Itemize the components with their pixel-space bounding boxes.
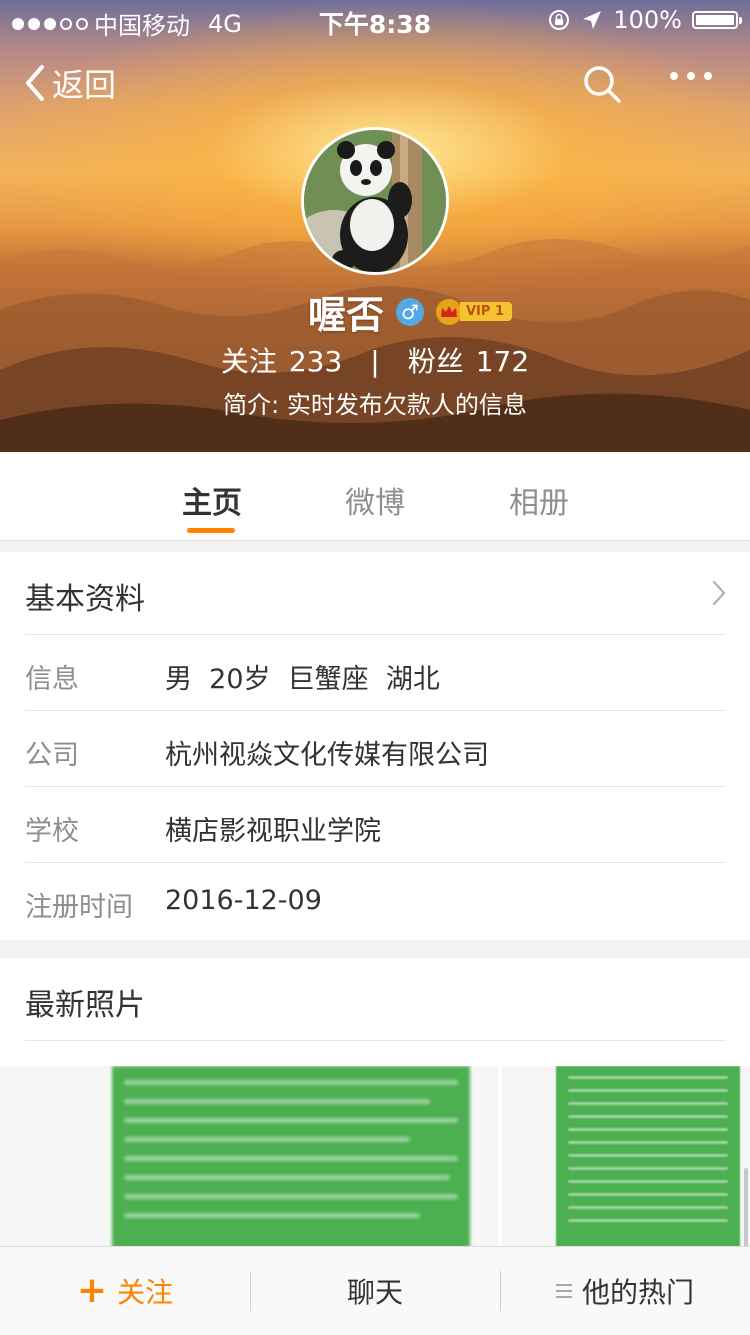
vip-badge[interactable]: VIP 1 xyxy=(436,298,512,325)
profile-bio: 简介: 实时发布欠款人的信息 xyxy=(223,391,527,419)
active-tab-indicator xyxy=(187,528,235,533)
latest-photos-card: 最新照片 xyxy=(0,958,750,1248)
chat-button[interactable]: 聊天 xyxy=(250,1247,500,1335)
follow-label: 关注 xyxy=(117,1276,174,1309)
school-label: 学校 xyxy=(25,816,79,847)
back-button[interactable]: 返回 xyxy=(22,60,116,106)
back-label: 返回 xyxy=(52,66,117,104)
chat-label: 聊天 xyxy=(346,1276,403,1309)
crown-icon xyxy=(436,298,462,325)
battery-percent: 100% xyxy=(613,6,682,34)
info-value: 男 20岁 巨蟹座 湖北 xyxy=(165,664,440,695)
nav-bar: 返回 xyxy=(0,52,750,116)
company-value: 杭州视焱文化传媒有限公司 xyxy=(165,740,489,771)
hot-posts-button[interactable]: 他的热门 xyxy=(500,1247,750,1335)
male-gender-icon: ♂ xyxy=(396,297,424,326)
school-value: 横店影视职业学院 xyxy=(165,816,381,847)
plus-icon: + xyxy=(76,1270,108,1311)
info-label: 信息 xyxy=(25,664,79,695)
photo-thumbnail[interactable] xyxy=(0,1066,498,1248)
basic-info-card[interactable]: 基本资料 信息 男 20岁 巨蟹座 湖北 公司 杭州视焱文化传媒有限公司 学校 … xyxy=(0,552,750,940)
profile-tabs: 主页 微博 相册 xyxy=(0,452,750,541)
divider xyxy=(25,1040,726,1041)
followers-count[interactable]: 172 xyxy=(476,345,529,378)
hot-posts-label: 他的热门 xyxy=(581,1276,694,1309)
followers-label[interactable]: 粉丝 xyxy=(408,345,464,378)
search-icon xyxy=(584,66,621,103)
tab-weibo[interactable]: 微博 xyxy=(345,478,405,522)
tab-album[interactable]: 相册 xyxy=(509,478,569,522)
photo-thumbnail[interactable] xyxy=(502,1066,750,1248)
profile-header: 中国移动 4G 下午8:38 100% 返回 喔否 ♂ VIP 1 关注 233… xyxy=(0,0,750,452)
info-row: 信息 男 20岁 巨蟹座 湖北 xyxy=(25,634,726,711)
location-arrow-icon xyxy=(583,11,602,29)
rotation-lock-icon xyxy=(549,10,570,30)
avatar[interactable] xyxy=(301,127,449,275)
more-dot xyxy=(670,72,678,80)
latest-photos-title: 最新照片 xyxy=(25,988,145,1023)
register-date-value: 2016-12-09 xyxy=(165,885,322,916)
bottom-action-bar: + 关注 聊天 他的热门 xyxy=(0,1246,750,1335)
chevron-right-icon xyxy=(712,580,726,606)
register-date-row: 注册时间 2016-12-09 xyxy=(25,862,726,939)
following-count[interactable]: 233 xyxy=(289,345,342,378)
username-row: 喔否 ♂ VIP 1 xyxy=(0,284,750,339)
follow-stats: 关注 233 | 粉丝 172 xyxy=(0,340,750,380)
following-label[interactable]: 关注 xyxy=(221,345,277,378)
list-icon xyxy=(555,1284,572,1298)
register-date-label: 注册时间 xyxy=(25,892,133,923)
scrollbar[interactable] xyxy=(744,1168,748,1248)
status-bar: 中国移动 4G 下午8:38 100% xyxy=(0,0,750,40)
stats-separator: | xyxy=(370,345,380,378)
company-label: 公司 xyxy=(25,740,79,771)
battery-icon xyxy=(692,11,742,29)
panda-avatar-image xyxy=(304,130,446,272)
green-screenshot-image xyxy=(556,1066,740,1248)
company-row: 公司 杭州视焱文化传媒有限公司 xyxy=(25,710,726,787)
more-button[interactable] xyxy=(670,72,712,80)
vip-level-label: VIP 1 xyxy=(460,302,512,321)
search-button[interactable] xyxy=(582,64,622,108)
school-row: 学校 横店影视职业学院 xyxy=(25,786,726,863)
follow-button[interactable]: + 关注 xyxy=(0,1247,250,1335)
tab-home[interactable]: 主页 xyxy=(182,478,242,522)
more-dot xyxy=(687,72,695,80)
username: 喔否 xyxy=(307,293,384,337)
chevron-left-icon xyxy=(26,65,44,101)
basic-info-title: 基本资料 xyxy=(25,582,145,617)
green-screenshot-image xyxy=(112,1066,470,1248)
more-dot xyxy=(704,72,712,80)
